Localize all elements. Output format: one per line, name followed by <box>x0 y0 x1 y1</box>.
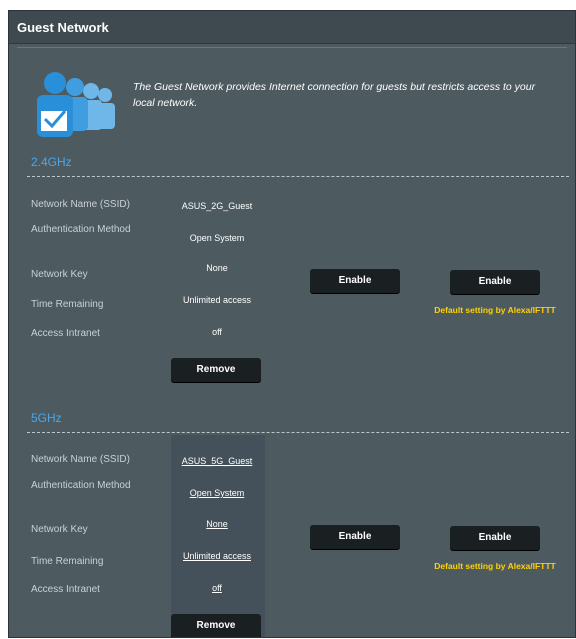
label-auth: Authentication Method <box>31 224 131 235</box>
time-value[interactable]: Unlimited access <box>167 551 267 561</box>
label-intranet: Access Intranet <box>31 328 100 339</box>
guest-network-panel: Guest Network The Guest Network provides… <box>8 10 576 638</box>
ssid-value[interactable]: ASUS_5G_Guest <box>167 456 267 466</box>
key-value[interactable]: None <box>167 519 267 529</box>
remove-button[interactable]: Remove <box>171 614 261 637</box>
divider <box>17 47 567 48</box>
label-ssid: Network Name (SSID) <box>31 199 130 210</box>
auth-value: Open System <box>189 233 245 243</box>
intro-description: The Guest Network provides Internet conn… <box>133 81 536 109</box>
intranet-value[interactable]: off <box>167 583 267 593</box>
label-auth: Authentication Method <box>31 480 131 491</box>
label-time: Time Remaining <box>31 299 104 310</box>
guest-users-check-icon <box>25 67 125 143</box>
default-setting-note: Default setting by Alexa/IFTTT <box>434 561 556 571</box>
default-setting-note: Default setting by Alexa/IFTTT <box>434 305 556 315</box>
ssid-value: ASUS_2G_Guest <box>181 201 253 211</box>
enable-button[interactable]: Enable <box>310 269 400 293</box>
time-value: Unlimited access <box>182 295 252 305</box>
key-value: None <box>206 263 228 273</box>
label-key: Network Key <box>31 269 88 280</box>
band-title-2g: 2.4GHz <box>31 155 72 169</box>
enable-default-button[interactable]: Enable <box>450 270 540 294</box>
section-divider <box>27 176 569 177</box>
label-ssid: Network Name (SSID) <box>31 454 130 465</box>
enable-button[interactable]: Enable <box>310 525 400 549</box>
band-title-5g: 5GHz <box>31 411 62 425</box>
section-divider <box>27 432 569 433</box>
enable-default-button[interactable]: Enable <box>450 526 540 550</box>
label-time: Time Remaining <box>31 556 104 567</box>
label-intranet: Access Intranet <box>31 584 100 595</box>
auth-value[interactable]: Open System <box>167 488 267 498</box>
remove-button[interactable]: Remove <box>171 358 261 382</box>
intranet-value: off <box>212 327 222 337</box>
label-key: Network Key <box>31 524 88 535</box>
page-title: Guest Network <box>9 11 575 44</box>
